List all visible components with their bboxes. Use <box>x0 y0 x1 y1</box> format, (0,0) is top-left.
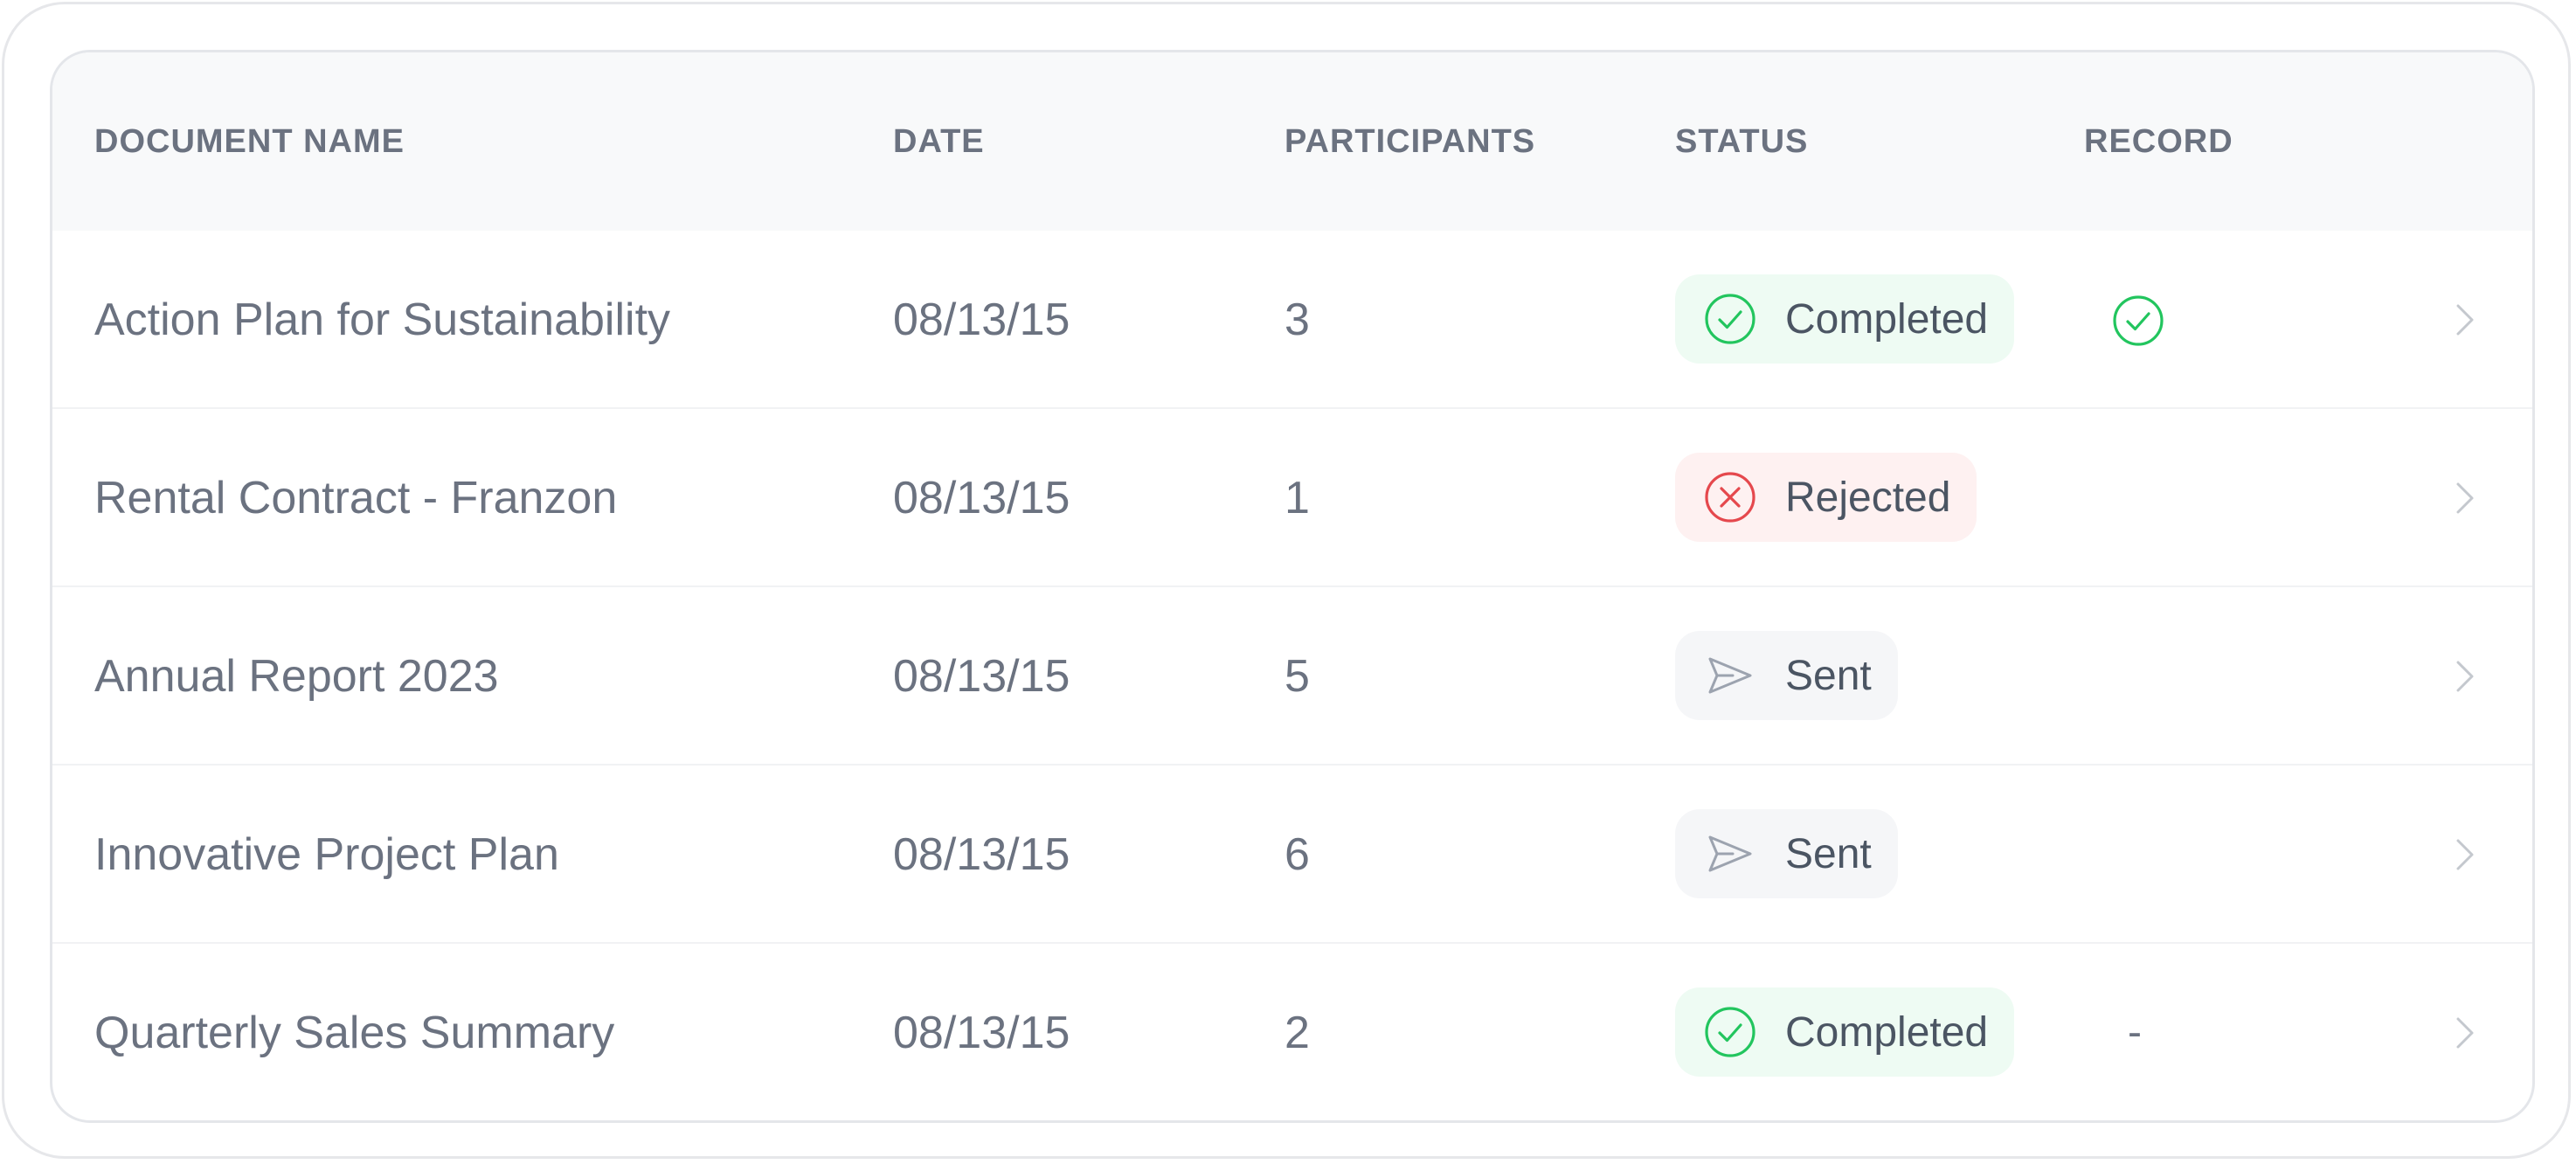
participants-count: 1 <box>1285 473 1310 523</box>
check-circle-icon <box>1703 292 1757 346</box>
table-row[interactable]: Action Plan for Sustainability 08/13/15 … <box>52 231 2532 409</box>
table-header: DOCUMENT NAME DATE PARTICIPANTS STATUS R… <box>52 52 2532 231</box>
header-document-name[interactable]: DOCUMENT NAME <box>94 52 405 231</box>
chevron-right-icon[interactable] <box>2447 657 2482 696</box>
document-name: Rental Contract - Franzon <box>94 473 618 523</box>
record-check-icon <box>2111 294 2164 346</box>
chevron-right-icon[interactable] <box>2447 1014 2482 1052</box>
status-badge: Completed <box>1675 987 2015 1077</box>
status-badge: Sent <box>1675 809 1898 898</box>
header-record[interactable]: RECORD <box>2084 52 2233 231</box>
header-date[interactable]: DATE <box>893 52 985 231</box>
status-label: Sent <box>1785 830 1872 877</box>
document-name: Quarterly Sales Summary <box>94 1008 615 1058</box>
table-row[interactable]: Innovative Project Plan 08/13/15 6 Sent <box>52 766 2532 944</box>
check-circle-icon <box>1703 1005 1757 1059</box>
send-icon <box>1703 827 1757 881</box>
send-icon <box>1703 648 1757 703</box>
table-row[interactable]: Quarterly Sales Summary 08/13/15 2 Compl… <box>52 944 2532 1120</box>
chevron-right-icon[interactable] <box>2447 479 2482 517</box>
x-circle-icon <box>1703 470 1757 524</box>
table-row[interactable]: Annual Report 2023 08/13/15 5 Sent <box>52 587 2532 766</box>
document-date: 08/13/15 <box>893 473 1070 523</box>
documents-table: DOCUMENT NAME DATE PARTICIPANTS STATUS R… <box>50 50 2535 1123</box>
status-badge: Sent <box>1675 631 1898 720</box>
participants-count: 6 <box>1285 829 1310 880</box>
status-label: Sent <box>1785 652 1872 699</box>
status-badge: Rejected <box>1675 453 1977 542</box>
status-badge: Completed <box>1675 274 2015 364</box>
participants-count: 5 <box>1285 651 1310 702</box>
document-name: Innovative Project Plan <box>94 829 559 880</box>
participants-count: 3 <box>1285 294 1310 345</box>
document-date: 08/13/15 <box>893 1008 1070 1058</box>
status-label: Completed <box>1785 295 1989 343</box>
document-date: 08/13/15 <box>893 651 1070 702</box>
document-date: 08/13/15 <box>893 294 1070 345</box>
document-name: Action Plan for Sustainability <box>94 294 671 345</box>
document-name: Annual Report 2023 <box>94 651 499 702</box>
status-label: Rejected <box>1785 474 1951 521</box>
header-status[interactable]: STATUS <box>1675 52 1808 231</box>
participants-count: 2 <box>1285 1008 1310 1058</box>
outer-frame: DOCUMENT NAME DATE PARTICIPANTS STATUS R… <box>2 2 2571 1159</box>
document-date: 08/13/15 <box>893 829 1070 880</box>
header-participants[interactable]: PARTICIPANTS <box>1285 52 1535 231</box>
chevron-right-icon[interactable] <box>2447 301 2482 339</box>
chevron-right-icon[interactable] <box>2447 835 2482 874</box>
status-label: Completed <box>1785 1008 1989 1056</box>
record-value: - <box>2128 1009 2142 1056</box>
table-row[interactable]: Rental Contract - Franzon 08/13/15 1 Rej… <box>52 409 2532 587</box>
